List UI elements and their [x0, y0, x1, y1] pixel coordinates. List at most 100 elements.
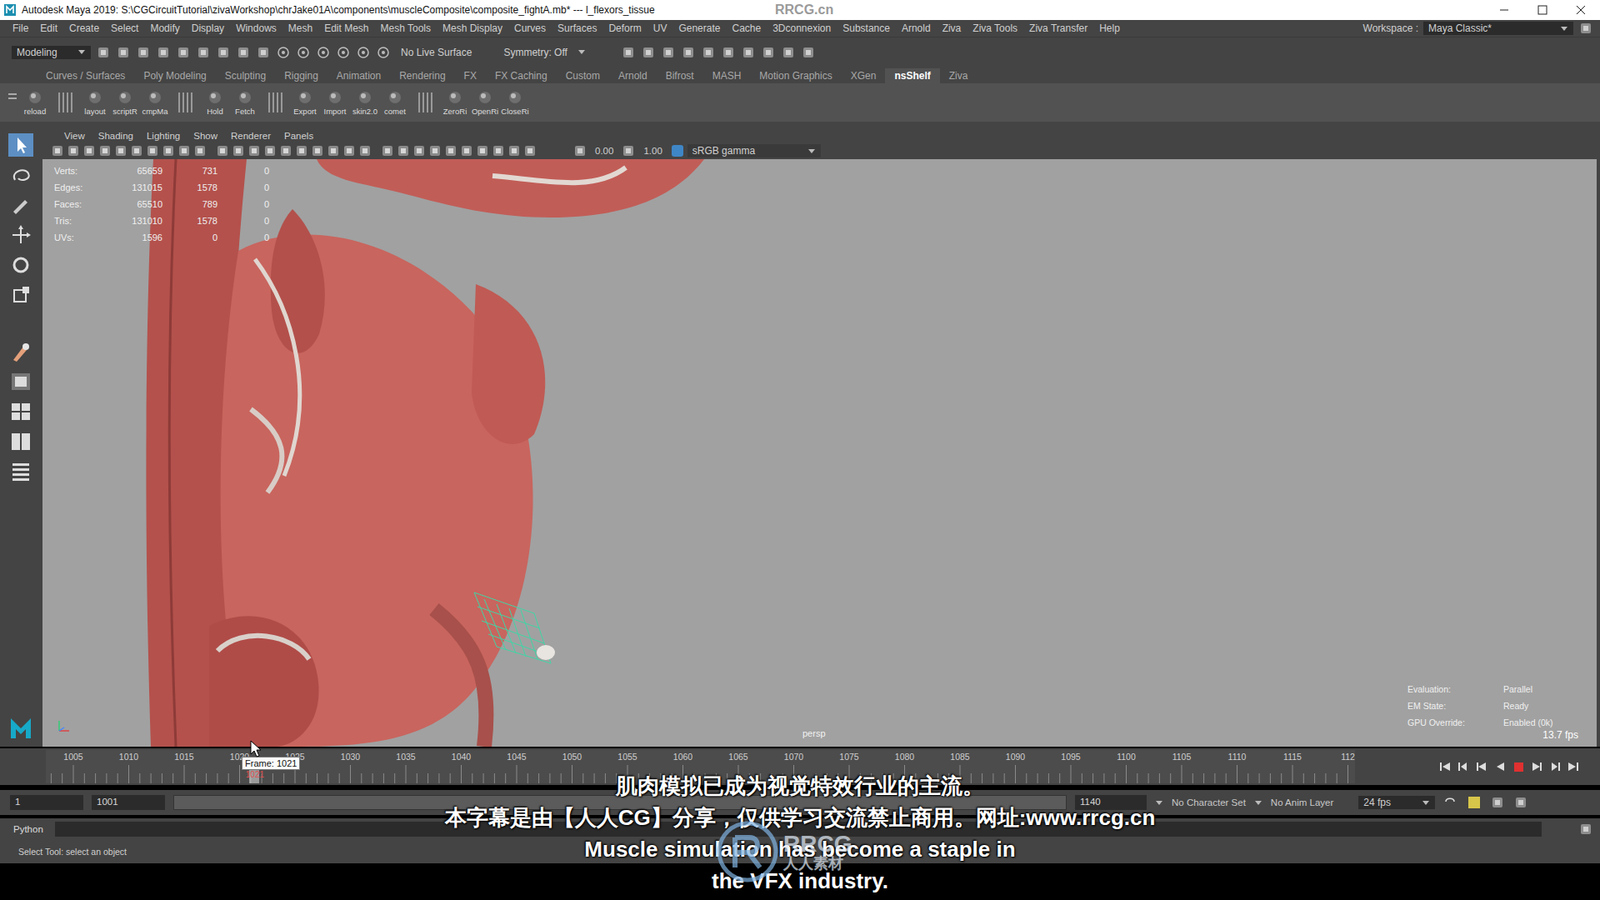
panel-tool-icon[interactable]: [215, 144, 230, 158]
status-tool-icon[interactable]: [115, 45, 131, 60]
shelf-tab[interactable]: XGen: [841, 68, 886, 84]
outliner-icon[interactable]: [8, 460, 34, 484]
panel-tool-icon[interactable]: [279, 144, 293, 158]
restore-icon[interactable]: [1523, 0, 1562, 20]
shelf-button[interactable]: layout: [80, 90, 110, 116]
fps-dropdown[interactable]: 24 fps: [1358, 795, 1435, 810]
menu-item[interactable]: File: [6, 22, 35, 35]
menu-item[interactable]: Ziva Tools: [966, 22, 1024, 35]
shelf-button[interactable]: skin2.0: [350, 90, 380, 116]
panel-tool-icon[interactable]: [326, 144, 340, 158]
menu-item[interactable]: Mesh Display: [436, 22, 509, 35]
menu-item[interactable]: Select: [105, 22, 145, 35]
color-management-icon[interactable]: [670, 143, 685, 159]
panel-tool-icon[interactable]: [428, 144, 442, 158]
menu-item[interactable]: Substance: [836, 22, 896, 35]
menu-item[interactable]: Arnold: [895, 22, 937, 35]
render-tool-icon[interactable]: [740, 45, 756, 60]
play-backwards-icon[interactable]: [1493, 760, 1507, 774]
step-forward-frame-icon[interactable]: [1530, 760, 1544, 774]
shelf-tab[interactable]: nsShelf: [885, 68, 940, 84]
menu-item[interactable]: Cache: [725, 22, 767, 35]
status-tool-icon[interactable]: [95, 45, 111, 60]
panel-tool-icon[interactable]: [342, 144, 356, 158]
panel-tool-icon[interactable]: [523, 144, 537, 158]
lock-icon[interactable]: [1578, 20, 1594, 36]
panel-menu-item[interactable]: View: [57, 130, 92, 141]
panel-menu-item[interactable]: Show: [186, 130, 225, 141]
move-tool-icon[interactable]: [8, 223, 34, 247]
panel-tool-icon[interactable]: [396, 144, 410, 158]
four-view-icon[interactable]: [8, 400, 34, 424]
go-to-start-icon[interactable]: [1438, 760, 1452, 774]
shelf-button[interactable]: reload: [20, 90, 50, 116]
menu-item[interactable]: Mesh: [282, 22, 319, 35]
panel-tool-icon[interactable]: [491, 144, 505, 158]
panel-menu-item[interactable]: Shading: [91, 130, 140, 141]
status-tool-icon[interactable]: [175, 45, 191, 60]
symmetry[interactable]: Symmetry: Off: [498, 46, 572, 59]
menu-item[interactable]: Surfaces: [551, 22, 603, 35]
scale-tool-icon[interactable]: [8, 283, 34, 307]
panel-tool-icon[interactable]: [380, 144, 395, 158]
panel-tool-icon[interactable]: [161, 144, 175, 158]
panel-tool-icon[interactable]: [177, 144, 191, 158]
panel-menu-item[interactable]: Lighting: [140, 130, 187, 141]
shelf-tab[interactable]: Sculpting: [215, 68, 275, 84]
menu-item[interactable]: Edit Mesh: [318, 22, 375, 35]
shelf-tab[interactable]: FX: [455, 68, 486, 84]
shelf-tab[interactable]: MASH: [703, 68, 751, 84]
snap-icon[interactable]: [355, 45, 371, 60]
script-editor-icon[interactable]: [1578, 821, 1594, 837]
shelf-tab[interactable]: Motion Graphics: [750, 68, 841, 84]
close-icon[interactable]: [1561, 0, 1600, 20]
anim-layer[interactable]: No Anim Layer: [1270, 797, 1334, 808]
two-view-icon[interactable]: [8, 430, 34, 454]
panel-tool-icon[interactable]: [295, 144, 309, 158]
menu-item[interactable]: Ziva Transfer: [1023, 22, 1094, 35]
snap-icon[interactable]: [315, 45, 331, 60]
shelf-button[interactable]: CloseRi: [500, 90, 530, 116]
workspace-dropdown[interactable]: Maya Classic*: [1423, 21, 1574, 35]
menu-item[interactable]: Modify: [144, 22, 185, 35]
snap-icon[interactable]: [335, 45, 351, 60]
shelf-menu-icon[interactable]: [6, 90, 20, 115]
shelf-button[interactable]: OpenRi: [470, 90, 500, 116]
status-tool-icon[interactable]: [155, 45, 171, 60]
status-tool-icon[interactable]: [235, 45, 251, 60]
panel-tool-icon[interactable]: [145, 144, 160, 158]
render-tool-icon[interactable]: [800, 45, 816, 60]
single-view-icon[interactable]: [8, 370, 34, 394]
panel-tool-icon[interactable]: [66, 144, 80, 158]
menu-item[interactable]: 3Dconnexion: [766, 22, 837, 35]
menu-item[interactable]: Create: [63, 22, 105, 35]
panel-tool-icon[interactable]: [247, 144, 261, 158]
menu-item[interactable]: Display: [185, 22, 230, 35]
anim-prefs-icon[interactable]: [1490, 795, 1505, 810]
exposure-value[interactable]: 0.00: [590, 145, 619, 156]
panel-tool-icon[interactable]: [82, 144, 96, 158]
rotate-tool-icon[interactable]: [8, 253, 34, 277]
render-tool-icon[interactable]: [640, 45, 656, 60]
shelf-tab[interactable]: Bifrost: [656, 68, 704, 84]
paint-tool-icon[interactable]: [8, 193, 34, 217]
go-to-end-icon[interactable]: [1566, 760, 1580, 774]
shelf-button[interactable]: ZeroRi: [440, 90, 470, 116]
shelf-tab[interactable]: Arnold: [609, 68, 657, 84]
shelf-tab[interactable]: Custom: [556, 68, 610, 84]
command-language[interactable]: Python: [13, 824, 44, 835]
sculpt-tool-icon[interactable]: [8, 340, 34, 364]
status-tool-icon[interactable]: [195, 45, 211, 60]
playback-start-field[interactable]: 1001: [91, 795, 165, 810]
settings-icon[interactable]: [1513, 795, 1529, 810]
snap-icon[interactable]: [295, 45, 311, 60]
panel-tool-icon[interactable]: [130, 144, 144, 158]
shelf-tab[interactable]: Animation: [327, 68, 390, 84]
shelf-tab[interactable]: FX Caching: [485, 68, 557, 84]
viewport[interactable]: Verts:656597310Edges:13101515780Faces:65…: [42, 159, 1597, 747]
panel-menu-item[interactable]: Panels: [277, 130, 320, 141]
status-tool-icon[interactable]: [215, 45, 231, 60]
panel-tool-icon[interactable]: [412, 144, 426, 158]
shelf-tab[interactable]: Curves / Surfaces: [36, 68, 135, 84]
status-tool-icon[interactable]: [255, 45, 271, 60]
